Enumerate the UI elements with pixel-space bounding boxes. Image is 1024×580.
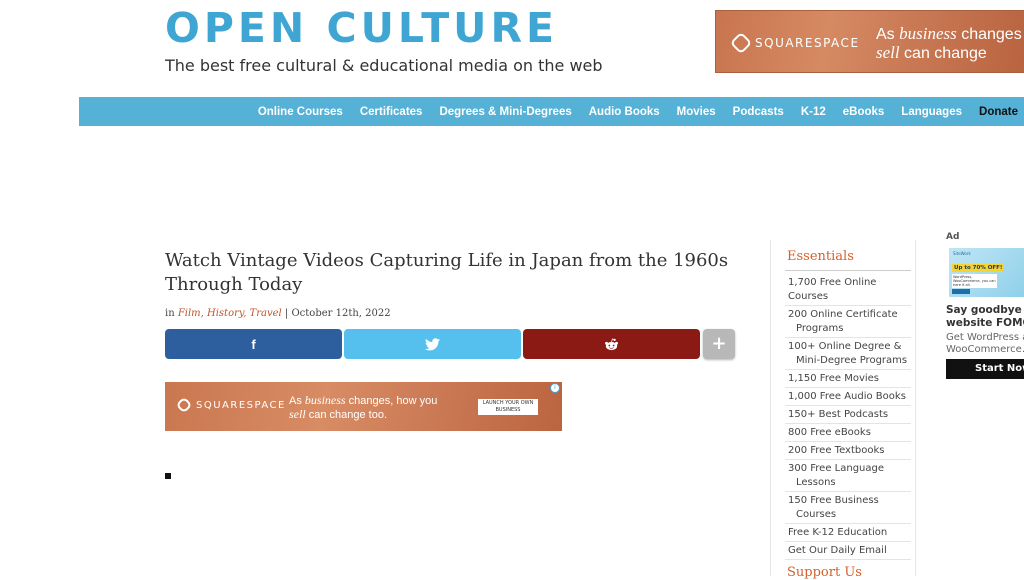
adchoices-icon[interactable]: i [550,383,560,393]
share-facebook-button[interactable]: f [165,329,342,359]
essentials-item[interactable]: 150 Free Business Courses [785,492,911,524]
ad-headline-em: sell [289,407,306,421]
essentials-list: 1,700 Free Online Courses 200 Online Cert… [785,274,911,560]
essentials-item-label: 100+ Online Degree & [788,341,902,352]
side-ad-small-text: WordPress, WooCommerce, you can here it … [952,274,997,288]
essentials-item[interactable]: 1,000 Free Audio Books [785,388,911,406]
essentials-item-label: Get Our Daily Email [788,545,887,556]
essentials-item[interactable]: 300 Free Language Lessons [785,460,911,492]
share-twitter-button[interactable] [344,329,521,359]
side-ad-headline-line: Say goodbye to [946,304,1024,316]
essentials-item-label-cont: Mini-Degree Programs [796,355,908,366]
side-ad-badge: Up to 70% OFF! [952,264,1005,272]
essentials-title: Essentials [787,249,854,264]
essentials-item-label: 1,700 Free Online Courses [788,277,877,302]
ad-headline: As business changes, how you sell can ch… [289,394,437,422]
nav-ebooks[interactable]: eBooks [843,106,885,118]
placeholder-square [165,473,171,479]
essentials-item-label: 1,150 Free Movies [788,373,880,384]
inline-ad-banner[interactable]: SQUARESPACE As business changes, how you… [165,382,562,431]
ad-headline-part: can change [899,45,987,62]
meta-in-label: in [165,308,175,319]
ad-headline-part: As [289,395,305,407]
ad-headline: As business changes sell can change [876,25,1022,63]
essentials-item[interactable]: 150+ Best Podcasts [785,406,911,424]
side-ad-headline: Say goodbye to website FOMO. [946,304,1024,330]
nav-online-courses[interactable]: Online Courses [258,106,343,118]
nav-certificates[interactable]: Certificates [360,106,423,118]
ad-headline-part: changes [956,26,1022,43]
essentials-item-label-cont: Lessons [796,477,836,488]
ad-headline-part: As [876,26,900,43]
start-now-button[interactable]: Start Now [946,359,1024,379]
twitter-icon [425,337,440,350]
essentials-item-label: 200 Free Textbooks [788,445,885,456]
essentials-item[interactable]: Free K-12 Education [785,524,911,542]
essentials-item-label-cont: Courses [796,509,837,520]
squarespace-logo: SQUARESPACE [729,31,860,55]
site-logo[interactable]: OPEN CULTURE [165,4,558,52]
ad-headline-em: business [899,24,957,43]
article-meta: in Film, History, Travel | October 12th,… [165,308,391,319]
essentials-item-label: 800 Free eBooks [788,427,871,438]
side-ad-body-line: WooCommerce. [946,344,1024,355]
essentials-item-label: 300 Free Language [788,463,885,474]
meta-separator: | [284,308,289,319]
site-tagline: The best free cultural & educational med… [165,56,603,75]
ad-headline-part: can change too. [305,409,388,421]
top-ad-banner[interactable]: SQUARESPACE As business changes sell can… [715,10,1024,73]
essentials-item-label: 150 Free Business [788,495,879,506]
facebook-icon: f [251,336,256,352]
side-ad-image[interactable]: SiteWork Up to 70% OFF! WordPress, WooCo… [949,248,1024,297]
ad-label: Ad [946,232,960,242]
side-ad-body-line: Get WordPress and [946,332,1024,343]
ad-headline-em: business [304,393,346,407]
side-ad-brand: SiteWork [953,251,971,256]
support-us-title: Support Us [787,565,862,580]
squarespace-logo: SQUARESPACE [175,396,286,414]
squarespace-mark-icon [729,31,753,55]
article-date: October 12th, 2022 [291,308,391,319]
reddit-icon [605,337,618,350]
main-nav: Online Courses Certificates Degrees & Mi… [79,97,1024,126]
essentials-item-label: 1,000 Free Audio Books [788,391,906,402]
essentials-item-label: 200 Online Certificate [788,309,898,320]
essentials-item-label-cont: Programs [796,323,844,334]
ad-brand: SQUARESPACE [755,36,860,50]
share-more-button[interactable]: + [703,329,735,359]
article-title: Watch Vintage Videos Capturing Life in J… [165,250,729,295]
essentials-item[interactable]: 1,700 Free Online Courses [785,274,911,306]
essentials-item[interactable]: Get Our Daily Email [785,542,911,560]
nav-languages[interactable]: Languages [901,106,962,118]
side-ad-body: Get WordPress and WooCommerce. [946,332,1024,356]
essentials-divider [785,270,911,271]
nav-audio-books[interactable]: Audio Books [589,106,660,118]
nav-podcasts[interactable]: Podcasts [733,106,784,118]
side-ad-mini-button [952,289,970,294]
nav-movies[interactable]: Movies [677,106,716,118]
essentials-item[interactable]: 100+ Online Degree & Mini-Degree Programs [785,338,911,370]
ad-cta-button[interactable]: LAUNCH YOUR OWN BUSINESS [478,399,538,415]
nav-k12[interactable]: K-12 [801,106,826,118]
essentials-sidebar: Essentials 1,700 Free Online Courses 200 … [770,240,916,580]
nav-degrees[interactable]: Degrees & Mini-Degrees [439,106,571,118]
ad-headline-em: sell [876,43,900,62]
essentials-item[interactable]: 200 Online Certificate Programs [785,306,911,338]
nav-donate[interactable]: Donate [979,106,1018,118]
ad-headline-part: changes, how you [345,395,438,407]
essentials-item-label: 150+ Best Podcasts [788,409,889,420]
side-ad-headline-line: website FOMO. [946,317,1024,329]
essentials-item[interactable]: 1,150 Free Movies [785,370,911,388]
essentials-item-label: Free K-12 Education [788,527,888,538]
ad-brand: SQUARESPACE [196,399,286,411]
essentials-item[interactable]: 200 Free Textbooks [785,442,911,460]
squarespace-mark-icon [175,396,193,414]
plus-icon: + [711,333,727,354]
article-categories[interactable]: Film, History, Travel [178,308,282,319]
essentials-item[interactable]: 800 Free eBooks [785,424,911,442]
share-reddit-button[interactable] [523,329,700,359]
